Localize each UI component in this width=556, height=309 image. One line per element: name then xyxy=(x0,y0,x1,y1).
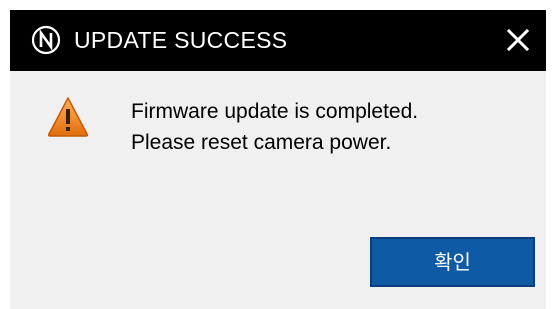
message-line: Please reset camera power. xyxy=(131,131,392,154)
warning-triangle-icon xyxy=(47,97,89,137)
title-bar: UPDATE SUCCESS xyxy=(10,10,546,71)
message-text: Firmware update is completed. Please res… xyxy=(131,96,418,158)
message-line: Firmware update is completed. xyxy=(131,100,419,123)
close-icon[interactable] xyxy=(504,26,532,54)
nikon-n-logo-icon xyxy=(31,25,61,55)
update-success-dialog: UPDATE SUCCESS Firmware update is comple… xyxy=(10,10,546,309)
dialog-title: UPDATE SUCCESS xyxy=(74,27,288,53)
ok-button[interactable]: 확인 xyxy=(370,237,535,287)
